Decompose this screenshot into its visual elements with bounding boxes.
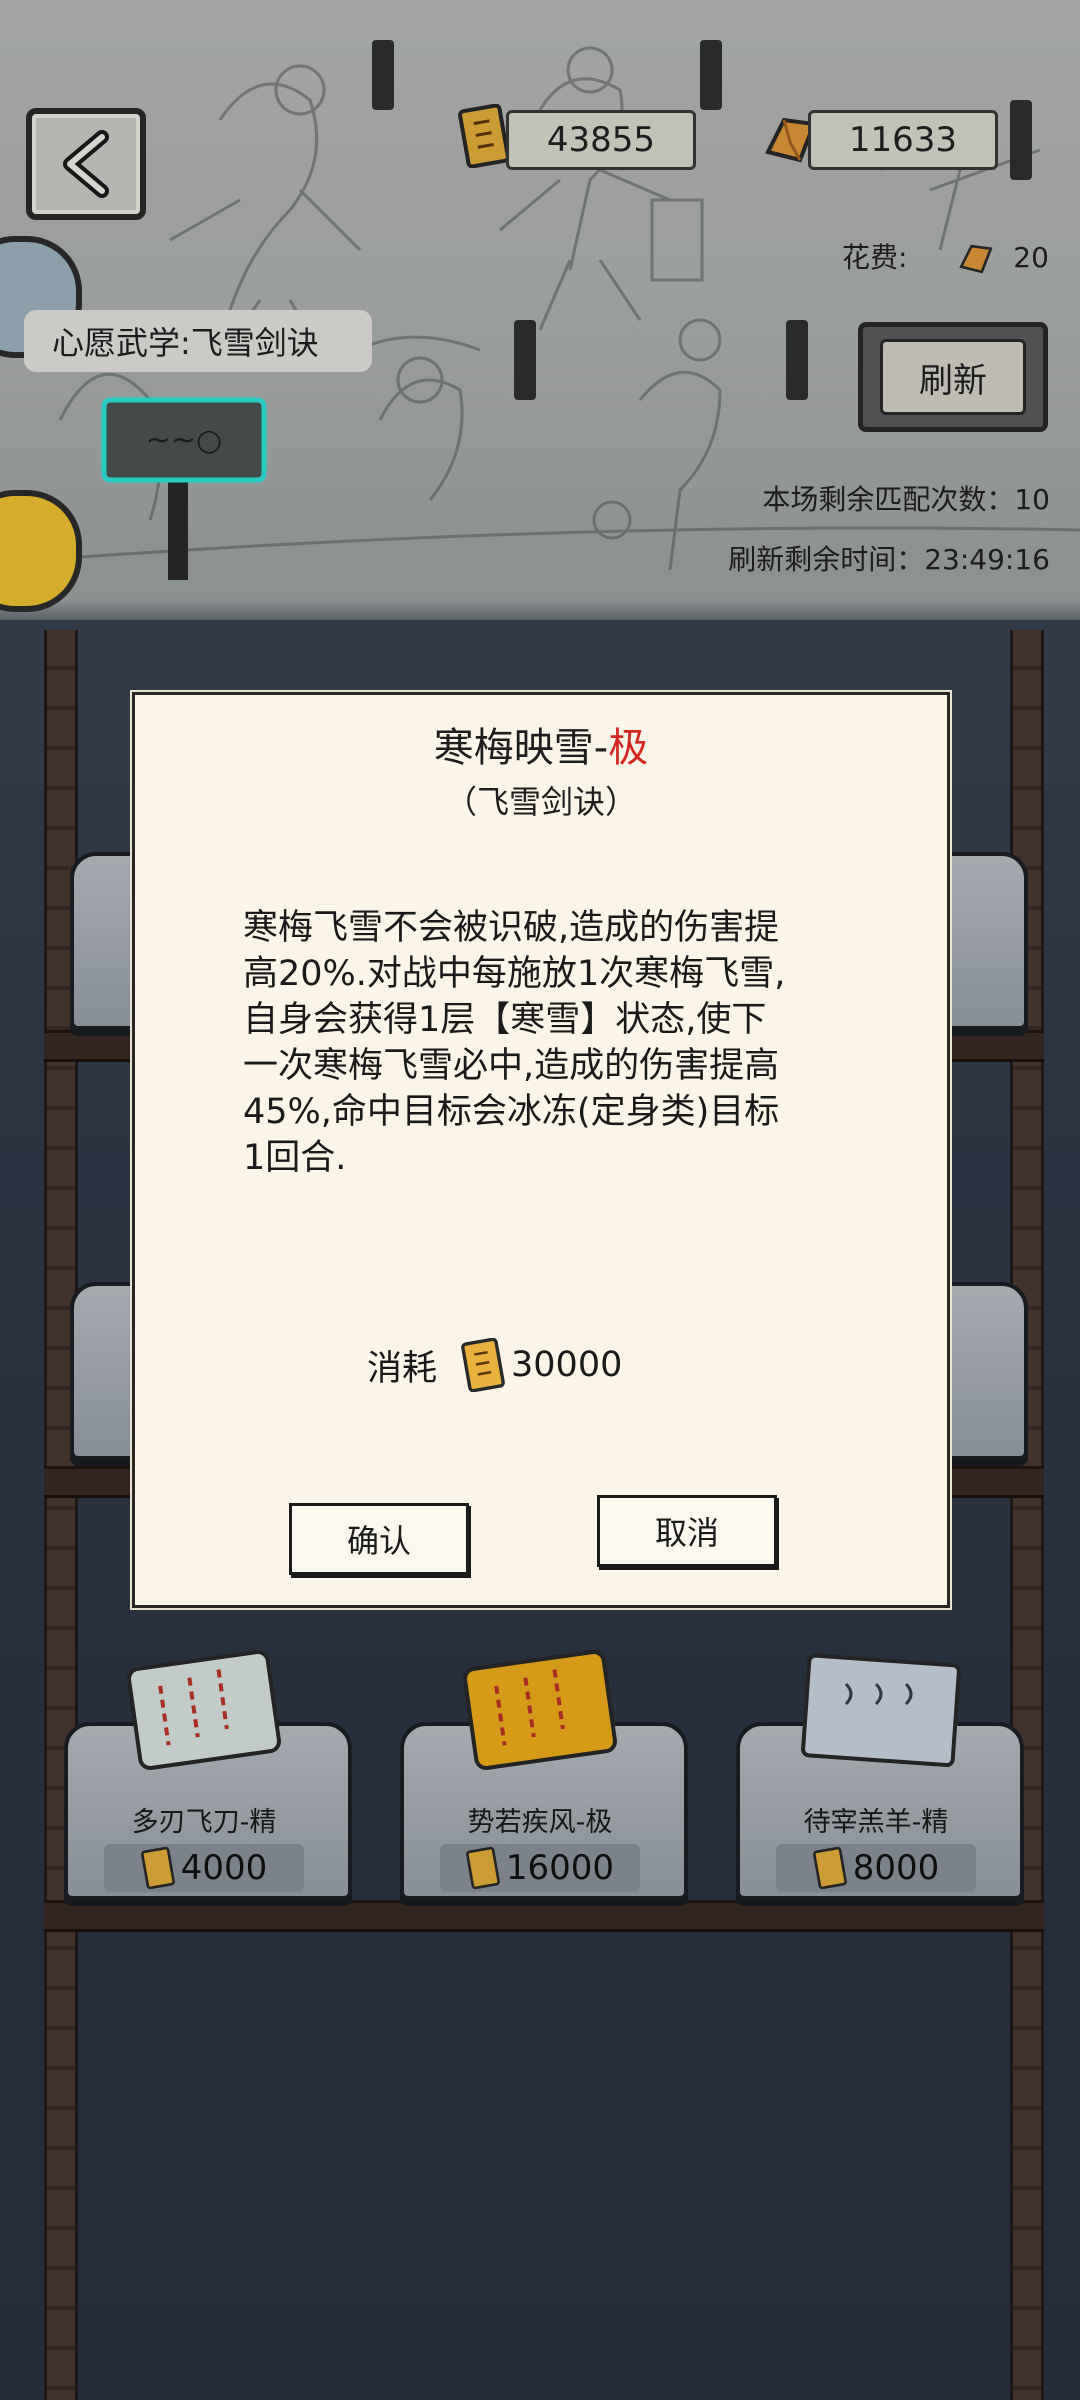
cost-value: 30000 <box>511 1345 623 1385</box>
confirm-button[interactable]: 确认 <box>289 1503 469 1575</box>
description-line: 45%,命中目标会冰冻(定身类)目标 <box>243 1092 780 1132</box>
cost-label: 消耗 <box>367 1348 438 1389</box>
purchase-dialog: 寒梅映雪-极 （飞雪剑诀） 寒梅飞雪不会被识破,造成的伤害提 高20%.对战中每… <box>132 692 950 1608</box>
skill-description: 寒梅飞雪不会被识破,造成的伤害提 高20%.对战中每施放1次寒梅飞雪, 自身会获… <box>243 905 843 1181</box>
purchase-cost: 消耗 30000 <box>367 1335 622 1395</box>
skill-title: 寒梅映雪-极 <box>135 715 947 773</box>
skill-name: 寒梅映雪- <box>433 725 609 771</box>
skill-school: （飞雪剑诀） <box>444 783 637 821</box>
confirm-label: 确认 <box>346 1522 411 1560</box>
cancel-button[interactable]: 取消 <box>597 1495 777 1567</box>
skill-grade: 极 <box>608 725 649 771</box>
description-line: 寒梅飞雪不会被识破,造成的伤害提 <box>243 908 780 948</box>
description-line: 一次寒梅飞雪必中,造成的伤害提高 <box>243 1046 780 1086</box>
scroll-token-icon <box>461 1338 505 1392</box>
description-line: 1回合. <box>243 1138 347 1178</box>
cancel-label: 取消 <box>654 1514 719 1552</box>
description-line: 高20%.对战中每施放1次寒梅飞雪, <box>243 954 786 994</box>
description-line: 自身会获得1层【寒雪】状态,使下 <box>243 1000 767 1040</box>
